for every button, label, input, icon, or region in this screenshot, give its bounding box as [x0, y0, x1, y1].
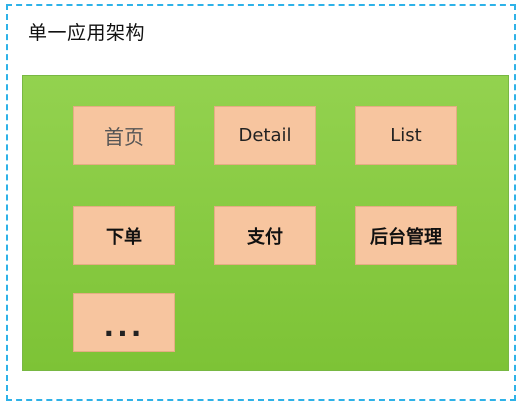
module-list: List	[355, 106, 457, 165]
module-order: 下单	[73, 206, 175, 265]
diagram-canvas: 单一应用架构 首页 Detail List 下单 支付 后台管理 ...	[0, 0, 525, 408]
diagram-title: 单一应用架构	[28, 22, 146, 44]
module-payment: 支付	[214, 206, 316, 265]
module-admin: 后台管理	[355, 206, 457, 265]
module-more: ...	[73, 293, 175, 352]
module-home: 首页	[73, 106, 175, 165]
module-detail: Detail	[214, 106, 316, 165]
